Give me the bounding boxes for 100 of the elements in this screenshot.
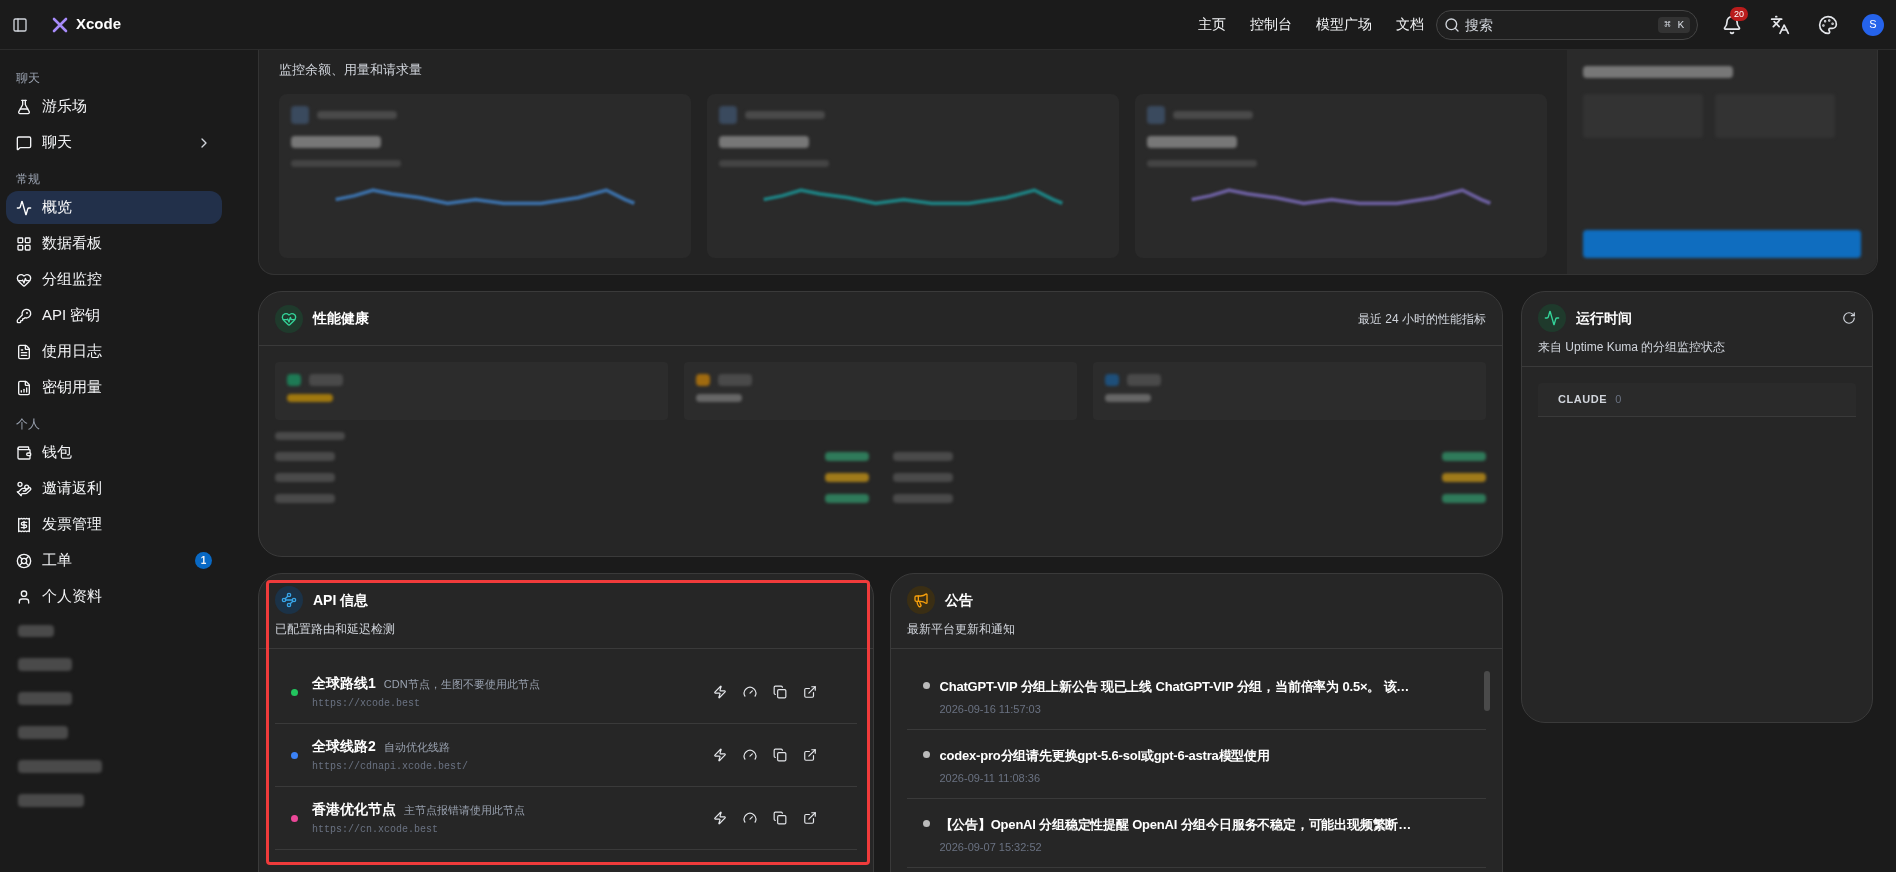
card-title: 运行时间 (1576, 308, 1633, 328)
route-note: 自动优化线路 (383, 740, 450, 755)
search-icon (1444, 16, 1460, 33)
card-subtitle: 已配置路由和延迟检测 (275, 621, 396, 638)
heart-pulse-icon (16, 271, 32, 288)
chart-document-icon (16, 379, 32, 396)
sidebar-item[interactable]: 游乐场 (6, 90, 222, 123)
redacted-block (1127, 374, 1161, 386)
redacted-block (1442, 452, 1486, 461)
sidebar-item[interactable]: 钱包 (6, 436, 222, 469)
sidebar-toggle-icon[interactable] (12, 16, 28, 33)
gauge-icon[interactable] (742, 685, 757, 699)
pulse-icon (1544, 310, 1560, 326)
zap-icon[interactable] (712, 811, 727, 825)
translate-icon[interactable] (1770, 14, 1790, 35)
redacted-block (18, 794, 84, 807)
section-heading: 聊天 (15, 70, 41, 87)
redacted-block (824, 452, 869, 461)
redacted-block (824, 494, 869, 503)
pulse-icon (16, 199, 32, 216)
sidebar-item[interactable]: 个人资料 (6, 580, 222, 613)
card-title: API 信息 (313, 590, 369, 610)
redacted-block (1442, 494, 1486, 503)
item-label: API 密钥 (42, 305, 102, 326)
sidebar-item[interactable]: 发票管理 (6, 508, 222, 541)
sidebar-item[interactable]: 使用日志 (6, 335, 222, 368)
item-label: 概览 (42, 197, 73, 218)
redacted-block (18, 692, 72, 705)
section-heading: 常规 (15, 171, 41, 188)
sidebar-item[interactable]: 工单 1 (6, 544, 222, 577)
announcement-title: 【公告】OpenAI 分组稳定性提醒 OpenAI 分组今日服务不稳定，可能出现频繁断… (939, 816, 1411, 834)
item-label: 密钥用量 (42, 377, 103, 398)
scrollbar-thumb[interactable] (1484, 671, 1490, 711)
external-link-icon[interactable] (802, 685, 817, 699)
flask-icon (16, 98, 32, 115)
nav-link[interactable]: 模型广场 (1316, 14, 1372, 35)
item-label: 聊天 (42, 132, 73, 153)
gauge-icon[interactable] (742, 811, 757, 825)
sidebar-item[interactable]: 分组监控 (6, 263, 222, 296)
zap-icon[interactable] (712, 748, 727, 762)
redacted-block (287, 374, 301, 386)
refresh-icon[interactable] (1842, 311, 1856, 325)
wallet-icon (16, 444, 32, 461)
redacted-block (718, 374, 752, 386)
sidebar-item[interactable]: 数据看板 (6, 227, 222, 260)
item-label: 发票管理 (42, 514, 103, 535)
count-badge: 1 (195, 552, 212, 569)
group-name: CLAUDE (1558, 392, 1608, 408)
sidebar-item[interactable]: 邀请返利 (6, 472, 222, 505)
redacted-block (275, 494, 335, 503)
nav-link[interactable]: 文档 (1396, 14, 1424, 35)
document-icon (16, 343, 32, 360)
external-link-icon[interactable] (802, 811, 817, 825)
megaphone-icon (912, 592, 929, 608)
item-label: 游乐场 (42, 96, 88, 117)
key-icon (16, 307, 32, 324)
group-count: 0 (1615, 392, 1622, 408)
announcement-time: 2026-09-16 11:57:03 (939, 701, 1042, 717)
user-icon (16, 588, 32, 605)
item-label: 使用日志 (42, 341, 103, 362)
receipt-icon (16, 516, 32, 533)
redacted-block (892, 494, 953, 503)
redacted-block (18, 658, 72, 671)
redacted-block (18, 625, 54, 637)
redacted-block (309, 374, 343, 386)
copy-icon[interactable] (772, 811, 787, 825)
redacted-block (291, 105, 309, 124)
redacted-block (1105, 394, 1151, 402)
sidebar-item[interactable]: 概览 (6, 191, 222, 224)
announcement-title: codex-pro分组请先更换gpt-5.6-sol或gpt-6-astra模型使用 (939, 747, 1270, 765)
card-subtitle: 最新平台更新和通知 (906, 621, 1016, 638)
redacted-block (275, 473, 335, 482)
item-label: 工单 (42, 550, 73, 571)
nav-link[interactable]: 主页 (1198, 14, 1226, 35)
gauge-icon[interactable] (742, 748, 757, 762)
card-title: 性能健康 (313, 309, 369, 328)
sidebar-item[interactable]: 聊天 (6, 126, 222, 159)
redacted-block (275, 452, 335, 461)
palette-icon[interactable] (1818, 14, 1838, 35)
announcement-time: 2026-09-07 15:32:52 (939, 839, 1043, 855)
sidebar-item[interactable]: API 密钥 (6, 299, 222, 332)
external-link-icon[interactable] (802, 748, 817, 762)
item-label: 数据看板 (42, 233, 103, 254)
nav-link[interactable]: 控制台 (1250, 14, 1292, 35)
redacted-block (1442, 473, 1486, 482)
zap-icon[interactable] (712, 685, 727, 699)
item-label: 分组监控 (42, 269, 103, 290)
announcement-time: 2026-09-11 11:08:36 (939, 770, 1041, 786)
sidebar-item[interactable]: 密钥用量 (6, 371, 222, 404)
user-avatar[interactable]: S (1862, 13, 1884, 36)
logo-icon (52, 16, 68, 33)
redacted-block (892, 473, 953, 482)
redacted-block (824, 473, 869, 482)
notification-count: 20 (1730, 6, 1748, 21)
redacted-block (287, 394, 333, 402)
copy-icon[interactable] (772, 748, 787, 762)
app-logo[interactable]: Xcode (76, 13, 121, 36)
copy-icon[interactable] (772, 685, 787, 699)
item-label: 邀请返利 (42, 478, 103, 499)
card-subtitle: 来自 Uptime Kuma 的分组监控状态 (1538, 339, 1727, 356)
